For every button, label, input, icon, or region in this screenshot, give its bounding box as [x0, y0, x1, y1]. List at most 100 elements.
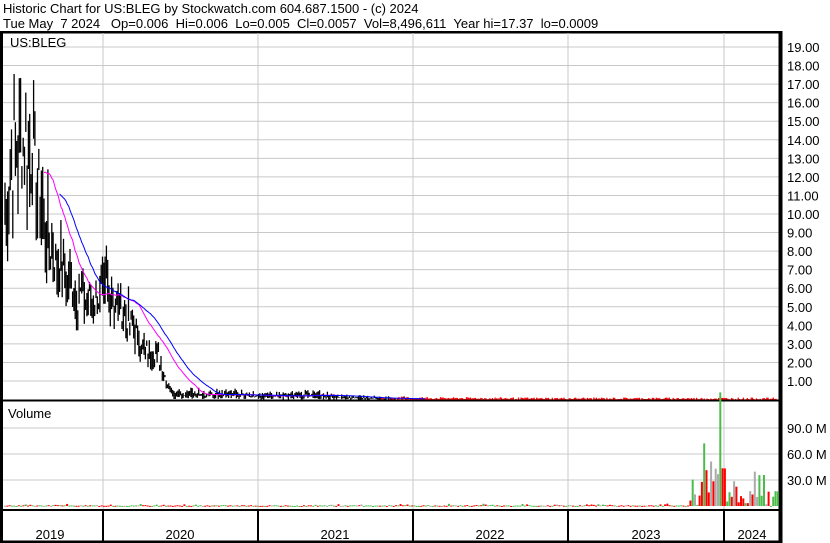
volume-bar	[291, 505, 294, 507]
volume-bar	[224, 505, 227, 507]
price-tick-label: 18.00	[787, 59, 820, 74]
volume-bar	[592, 504, 595, 506]
stock-chart: 1.00 2.00 3.00 4.00 5.00 6.00 7.00 8.00 9.00 10.0…	[0, 31, 827, 543]
volume-bar	[68, 505, 71, 507]
volume-bar	[661, 505, 664, 507]
price-tick-label: 11.00	[787, 188, 819, 203]
price-tick-label: 15.00	[787, 114, 820, 129]
volume-bar	[447, 503, 450, 506]
volume-bar	[15, 505, 18, 507]
symbol-label: US:BLEG	[10, 35, 66, 50]
volume-bar	[751, 494, 754, 506]
volume-bar	[466, 505, 469, 507]
volume-bar	[737, 502, 740, 506]
volume-bar	[102, 505, 105, 507]
volume-bar	[631, 505, 634, 507]
volume-bar	[116, 505, 119, 507]
volume-bar	[618, 505, 621, 507]
volume-bar	[360, 504, 363, 506]
volume-bar	[627, 505, 630, 507]
volume-bar	[353, 505, 356, 507]
volume-bar	[56, 505, 59, 507]
volume-bar	[510, 505, 512, 507]
volume-bar	[744, 503, 747, 506]
volume-bar	[493, 505, 496, 507]
volume-bar	[638, 505, 641, 507]
volume-bar	[142, 505, 144, 507]
volume-bar	[266, 505, 269, 507]
volume-bar	[130, 505, 133, 507]
volume-bar	[337, 504, 340, 506]
volume-bar	[52, 505, 55, 507]
volume-bar	[675, 505, 678, 507]
volume-bar	[135, 505, 138, 507]
volume-bar	[50, 505, 52, 507]
volume-bar	[245, 505, 248, 507]
volume-bar	[438, 505, 441, 507]
volume-bar	[268, 505, 271, 507]
volume-bar	[728, 492, 731, 506]
volume-bar	[185, 505, 188, 507]
volume-bar	[556, 504, 558, 506]
volume-bar	[309, 505, 312, 507]
volume-bar	[148, 505, 151, 507]
volume-bar	[128, 505, 131, 507]
volume-bar	[523, 505, 526, 507]
volume-bar	[645, 505, 648, 507]
volume-bar	[516, 505, 519, 507]
volume-bar	[521, 504, 524, 506]
volume-bar	[339, 505, 342, 507]
volume-bar	[204, 505, 207, 507]
volume-bar	[760, 495, 763, 506]
volume-bar	[31, 505, 34, 507]
volume-bar	[43, 505, 46, 507]
volume-bar	[119, 505, 121, 507]
volume-bar	[188, 505, 190, 507]
volume-bar	[526, 504, 529, 506]
volume-bar	[450, 505, 453, 507]
price-tick-label: 5.00	[787, 300, 812, 315]
volume-bar	[261, 505, 264, 507]
volume-bar	[579, 505, 581, 507]
volume-bar	[254, 505, 257, 507]
volume-bar	[776, 491, 779, 506]
volume-bar	[742, 498, 745, 506]
volume-bar	[500, 505, 503, 507]
volume-bar	[312, 505, 315, 507]
year-label: 2020	[166, 527, 195, 542]
volume-bar	[482, 503, 485, 506]
volume-bar	[10, 505, 13, 507]
volume-bar	[717, 474, 719, 506]
volume-bar	[390, 505, 393, 507]
volume-bar	[372, 505, 374, 507]
volume-bar	[431, 505, 434, 507]
volume-bar	[247, 505, 250, 507]
volume-bar	[298, 505, 301, 507]
volume-bar	[362, 505, 365, 507]
volume-bar	[636, 505, 639, 507]
volume-bar	[615, 505, 618, 507]
volume-bar	[243, 505, 246, 507]
volume-bar	[625, 505, 627, 507]
volume-bar	[319, 505, 322, 507]
volume-bar	[213, 505, 216, 507]
volume-bar	[657, 505, 660, 507]
volume-bar	[399, 504, 402, 506]
price-tick-label: 13.00	[787, 151, 820, 166]
volume-bar	[735, 486, 738, 506]
volume-bar	[546, 505, 549, 507]
volume-bar	[496, 505, 499, 507]
price-tick-label: 19.00	[787, 40, 820, 55]
volume-bar	[367, 505, 370, 507]
volume-bar	[682, 505, 685, 507]
price-tick-label: 4.00	[787, 318, 812, 333]
volume-bar	[346, 505, 349, 507]
volume-bar	[381, 505, 384, 507]
volume-bar	[365, 505, 368, 507]
volume-bar	[480, 505, 483, 507]
volume-bar	[275, 505, 278, 507]
volume-bar	[199, 505, 202, 507]
volume-bar	[652, 505, 655, 507]
price-tick-label: 6.00	[787, 281, 812, 296]
volume-bar	[498, 505, 501, 507]
